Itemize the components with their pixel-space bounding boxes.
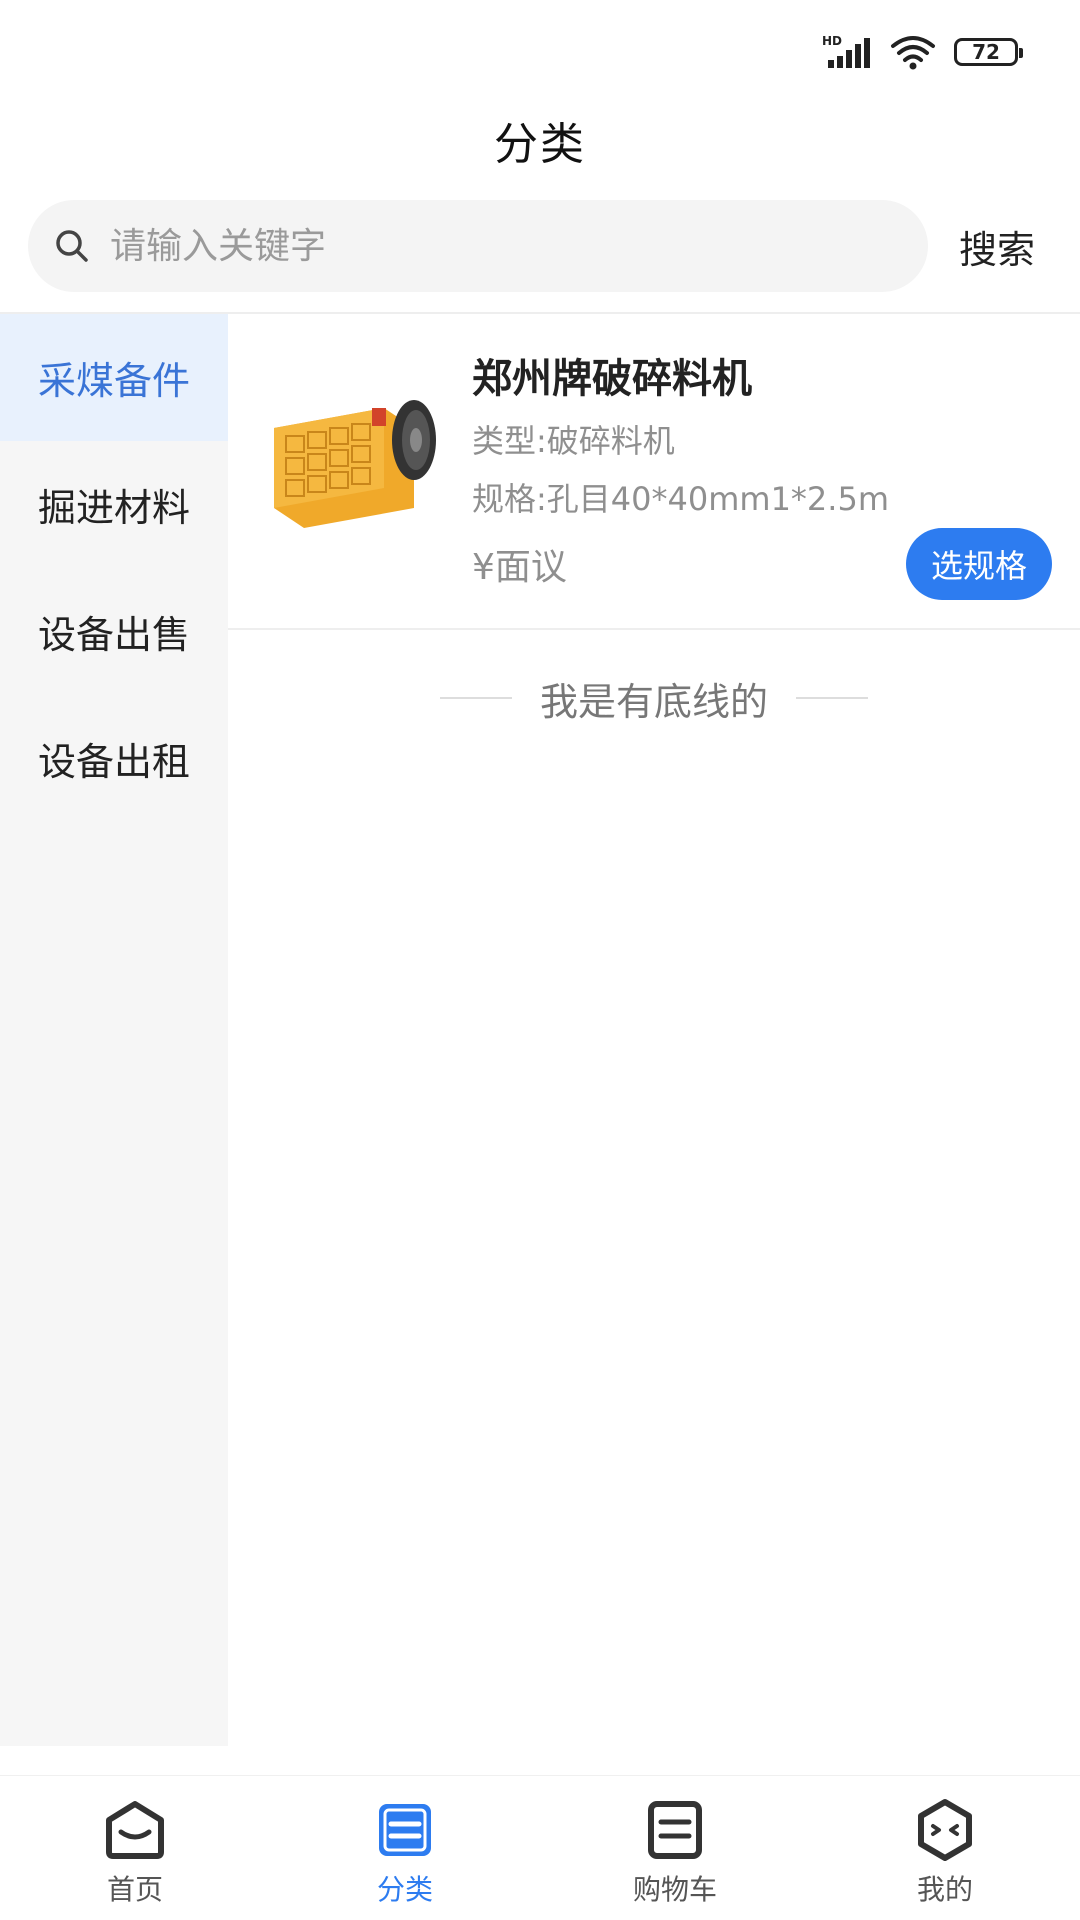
select-spec-button[interactable]: 选规格 <box>906 528 1052 600</box>
product-list: 郑州牌破碎料机 类型:破碎料机 规格:孔目40*40mm1*2.5m ¥面议 选… <box>228 314 1080 1746</box>
product-price: ¥面议 <box>472 547 567 588</box>
search-row: 搜索 <box>28 200 1052 292</box>
sidebar-item-label: 采煤备件 <box>37 359 190 403</box>
tab-profile[interactable]: 我的 <box>810 1776 1080 1920</box>
wifi-icon <box>891 36 935 70</box>
end-line-right <box>796 697 868 699</box>
battery-level: 72 <box>972 40 1000 64</box>
sidebar-item-equipment-rental[interactable]: 设备出租 <box>0 695 228 822</box>
sidebar-item-label: 掘进材料 <box>37 486 190 530</box>
list-end-text: 我是有底线的 <box>539 679 768 724</box>
battery-indicator: 72 <box>954 38 1023 66</box>
category-sidebar: 采煤备件 掘进材料 设备出售 设备出租 <box>0 314 228 1746</box>
search-box[interactable] <box>28 200 928 292</box>
product-card[interactable]: 郑州牌破碎料机 类型:破碎料机 规格:孔目40*40mm1*2.5m ¥面议 选… <box>228 314 1080 630</box>
tab-label: 首页 <box>106 1873 163 1906</box>
status-bar: HD 72 <box>0 0 1080 100</box>
status-icons: HD 72 <box>822 30 1023 74</box>
tab-category[interactable]: 分类 <box>270 1776 540 1920</box>
end-line-left <box>439 697 512 699</box>
signal-icon: HD <box>822 34 870 68</box>
profile-icon <box>918 1799 972 1861</box>
network-label: HD <box>822 34 842 48</box>
product-title[interactable]: 郑州牌破碎料机 <box>472 346 752 404</box>
tab-label: 购物车 <box>632 1873 717 1906</box>
tab-label: 分类 <box>376 1873 433 1906</box>
home-icon <box>106 1801 164 1859</box>
sidebar-item-coal-mining-parts[interactable]: 采煤备件 <box>0 314 228 441</box>
product-spec: 规格:孔目40*40mm1*2.5m <box>472 480 889 518</box>
sidebar-item-label: 设备出租 <box>37 740 190 784</box>
search-input[interactable] <box>108 224 872 268</box>
product-image[interactable] <box>264 388 440 534</box>
product-type: 类型:破碎料机 <box>472 422 675 460</box>
search-button[interactable]: 搜索 <box>942 200 1052 292</box>
sidebar-item-tunneling-materials[interactable]: 掘进材料 <box>0 441 228 568</box>
list-end-indicator: 我是有底线的 <box>228 668 1080 728</box>
category-icon <box>379 1804 431 1856</box>
sidebar-item-label: 设备出售 <box>37 613 190 657</box>
tab-home[interactable]: 首页 <box>0 1776 270 1920</box>
tab-cart[interactable]: 购物车 <box>540 1776 810 1920</box>
search-icon <box>52 226 92 266</box>
cart-icon <box>648 1801 702 1859</box>
tab-label: 我的 <box>916 1873 973 1906</box>
sidebar-item-equipment-sale[interactable]: 设备出售 <box>0 568 228 695</box>
page-title: 分类 <box>494 119 586 170</box>
bottom-tab-bar: 首页 分类 购物车 我的 <box>0 1776 1080 1920</box>
